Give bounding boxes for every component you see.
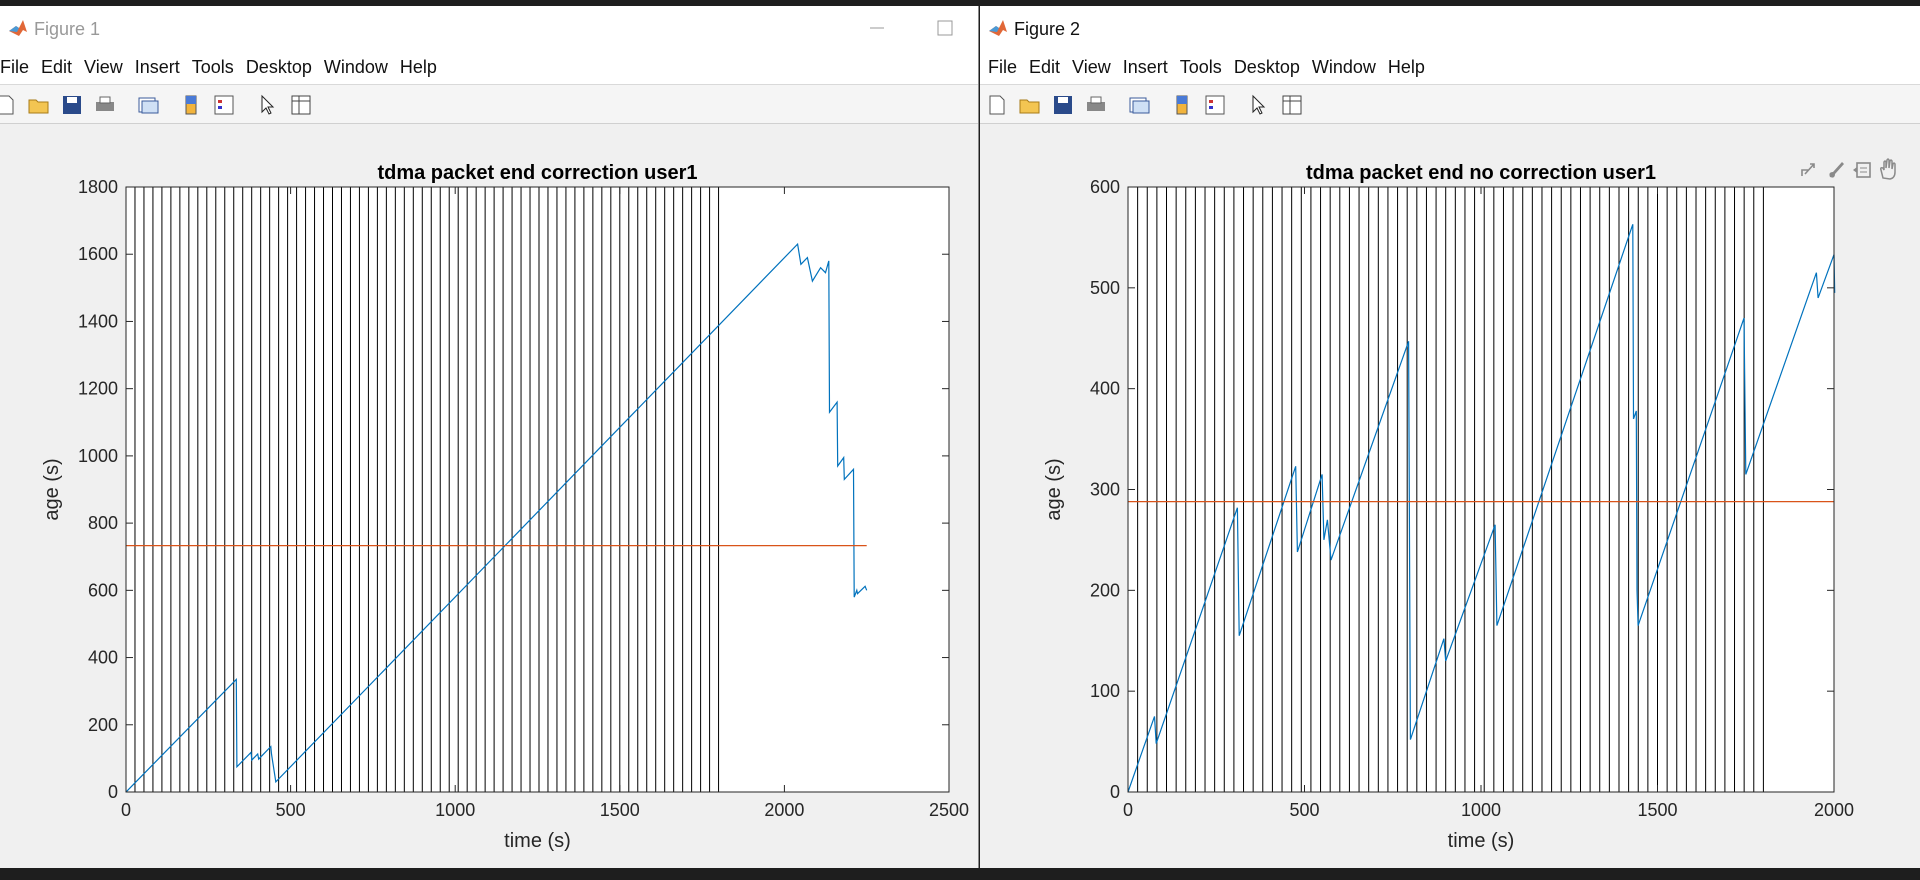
data-tips-icon[interactable] xyxy=(1853,162,1871,178)
x-tick-label: 1000 xyxy=(1461,800,1501,820)
colorbar-icon[interactable] xyxy=(1170,93,1194,117)
window-title: Figure 1 xyxy=(34,19,101,39)
menu-bar: File Edit View Insert Tools Desktop Wind… xyxy=(0,50,978,85)
menu-window[interactable]: Window xyxy=(324,57,400,78)
property-inspector-icon[interactable] xyxy=(1280,93,1304,117)
x-tick-label: 1500 xyxy=(1637,800,1677,820)
menu-edit[interactable]: Edit xyxy=(1029,57,1072,78)
x-tick-label: 500 xyxy=(1289,800,1319,820)
pan-hand-icon[interactable] xyxy=(1880,158,1896,180)
y-tick-label: 1000 xyxy=(78,446,118,466)
legend-icon[interactable] xyxy=(1203,93,1227,117)
plot-area[interactable]: 0 500 1000 1500 2000 2500 0 200 400 600 800 1000 120… xyxy=(0,124,978,868)
y-tick-label: 600 xyxy=(1090,177,1120,197)
open-file-icon[interactable] xyxy=(1018,93,1042,117)
figure-toolbar xyxy=(0,85,978,124)
y-tick-label: 200 xyxy=(88,715,118,735)
menu-bar: File Edit View Insert Tools Desktop Wind… xyxy=(980,50,1920,85)
figure-window-1[interactable]: Figure 1 File Edit View Insert Tools Des… xyxy=(0,6,979,868)
chart-title: tdma packet end correction user1 xyxy=(377,162,697,184)
menu-desktop[interactable]: Desktop xyxy=(246,57,324,78)
axes-background xyxy=(126,187,949,792)
y-tick-label: 1600 xyxy=(78,244,118,264)
y-tick-label: 100 xyxy=(1090,681,1120,701)
maximize-icon[interactable] xyxy=(930,14,960,42)
menu-view[interactable]: View xyxy=(1072,57,1123,78)
y-tick-label: 800 xyxy=(88,513,118,533)
print-icon[interactable] xyxy=(93,93,117,117)
menu-insert[interactable]: Insert xyxy=(135,57,192,78)
print-icon[interactable] xyxy=(1084,93,1108,117)
save-icon[interactable] xyxy=(60,93,84,117)
pointer-icon[interactable] xyxy=(1247,93,1271,117)
x-axis-label: time (s) xyxy=(504,830,571,852)
menu-edit[interactable]: Edit xyxy=(41,57,84,78)
y-tick-label: 500 xyxy=(1090,278,1120,298)
menu-view[interactable]: View xyxy=(84,57,135,78)
link-plot-icon[interactable] xyxy=(1127,93,1151,117)
y-tick-label: 400 xyxy=(1090,379,1120,399)
x-tick-label: 2500 xyxy=(929,800,969,820)
plot-area[interactable]: 0 500 1000 1500 2000 0 100 200 300 400 500 600 tdma … xyxy=(980,124,1920,868)
menu-window[interactable]: Window xyxy=(1312,57,1388,78)
new-figure-icon[interactable] xyxy=(0,93,18,117)
x-tick-label: 1000 xyxy=(435,800,475,820)
menu-insert[interactable]: Insert xyxy=(1123,57,1180,78)
menu-file[interactable]: File xyxy=(988,57,1029,78)
figure-toolbar xyxy=(980,85,1920,124)
y-tick-label: 300 xyxy=(1090,480,1120,500)
menu-help[interactable]: Help xyxy=(1388,57,1437,78)
figure-window-2[interactable]: Figure 2 File Edit View Insert Tools Des… xyxy=(980,6,1920,868)
menu-tools[interactable]: Tools xyxy=(1180,57,1234,78)
x-tick-label: 1500 xyxy=(600,800,640,820)
x-tick-label: 0 xyxy=(121,800,131,820)
menu-file[interactable]: File xyxy=(0,57,41,78)
y-tick-label: 1200 xyxy=(78,379,118,399)
property-inspector-icon[interactable] xyxy=(289,93,313,117)
x-tick-label: 2000 xyxy=(764,800,804,820)
colorbar-icon[interactable] xyxy=(179,93,203,117)
window-title: Figure 2 xyxy=(1014,19,1081,39)
y-tick-label: 1400 xyxy=(78,311,118,331)
x-tick-label: 500 xyxy=(276,800,306,820)
save-icon[interactable] xyxy=(1051,93,1075,117)
export-icon[interactable] xyxy=(1801,163,1815,176)
open-file-icon[interactable] xyxy=(27,93,51,117)
minimize-icon[interactable] xyxy=(862,14,892,42)
x-axis-label: time (s) xyxy=(1448,830,1515,852)
chart-title: tdma packet end no correction user1 xyxy=(1306,162,1656,184)
x-tick-label: 2000 xyxy=(1814,800,1854,820)
pointer-icon[interactable] xyxy=(256,93,280,117)
y-axis-label: age (s) xyxy=(41,458,63,520)
brush-icon[interactable] xyxy=(1829,162,1844,178)
y-tick-label: 400 xyxy=(88,648,118,668)
y-tick-label: 1800 xyxy=(78,177,118,197)
matlab-logo-icon xyxy=(9,20,27,36)
menu-help[interactable]: Help xyxy=(400,57,449,78)
y-tick-label: 200 xyxy=(1090,580,1120,600)
y-axis-label: age (s) xyxy=(1043,458,1065,520)
y-tick-label: 0 xyxy=(108,782,118,802)
title-bar[interactable]: Figure 1 xyxy=(0,6,978,50)
title-bar[interactable]: Figure 2 xyxy=(980,6,1920,50)
y-tick-label: 0 xyxy=(1110,782,1120,802)
x-tick-label: 0 xyxy=(1123,800,1133,820)
new-figure-icon[interactable] xyxy=(985,93,1009,117)
legend-icon[interactable] xyxy=(212,93,236,117)
menu-tools[interactable]: Tools xyxy=(192,57,246,78)
menu-desktop[interactable]: Desktop xyxy=(1234,57,1312,78)
matlab-logo-icon xyxy=(989,20,1007,36)
link-plot-icon[interactable] xyxy=(136,93,160,117)
y-tick-label: 600 xyxy=(88,580,118,600)
